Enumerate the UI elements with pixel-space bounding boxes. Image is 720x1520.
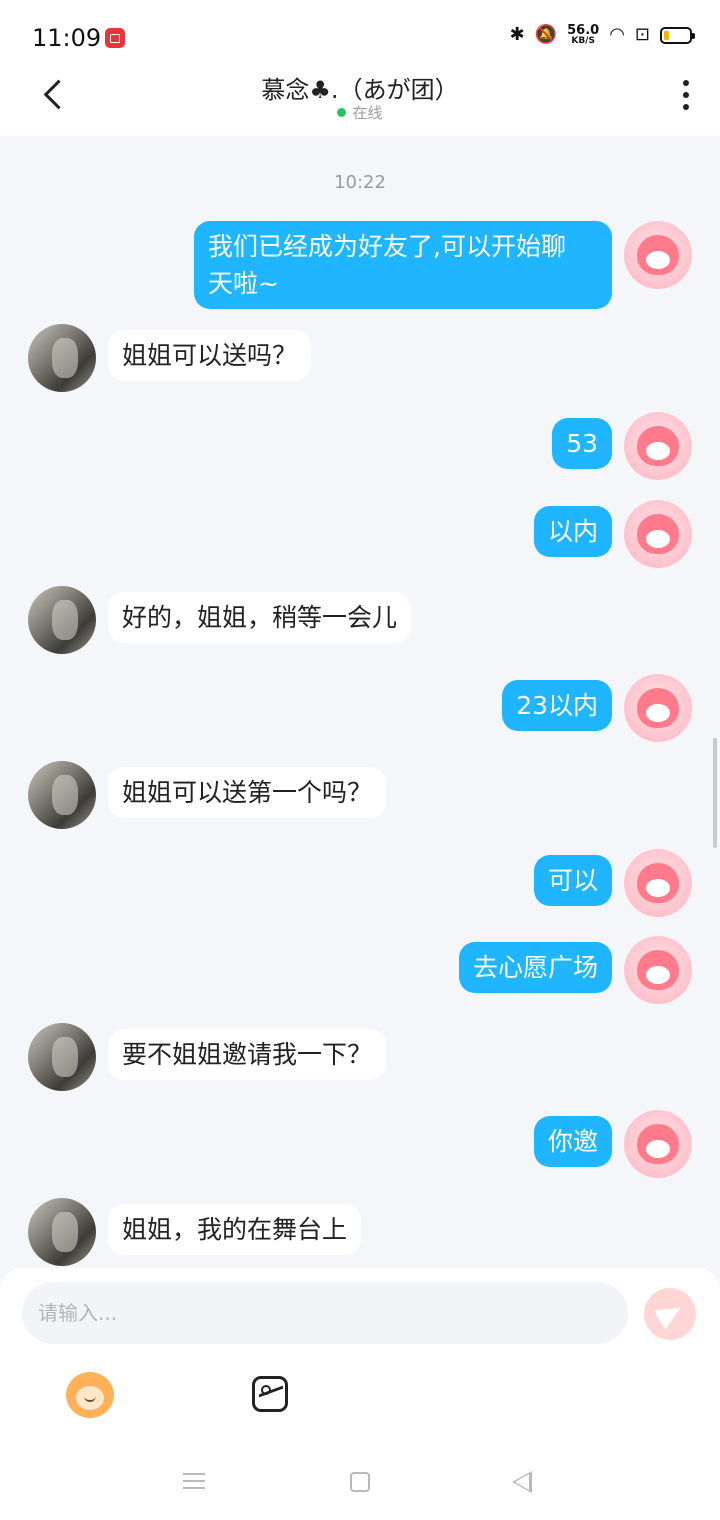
message-text: 天啦~: [208, 269, 279, 298]
image-icon[interactable]: [252, 1376, 288, 1412]
message-bubble[interactable]: 好的，姐姐，稍等一会儿: [108, 592, 412, 643]
my-avatar[interactable]: [624, 936, 692, 1004]
message-bubble[interactable]: 姐姐可以送吗？: [108, 330, 312, 381]
my-avatar[interactable]: [624, 500, 692, 568]
message-bubble[interactable]: 23以内: [502, 680, 612, 731]
nav-back-icon[interactable]: [512, 1471, 532, 1493]
chat-scrollbar[interactable]: [713, 738, 717, 848]
chat-header: 慕念♣.（あが团） 在线: [0, 70, 720, 136]
network-speed: 56.0 KB/S: [567, 24, 599, 46]
message-text: 姐姐可以送第一个吗？: [122, 778, 373, 807]
home-icon[interactable]: [350, 1472, 370, 1492]
message-text: 姐姐可以送吗？: [122, 341, 298, 370]
screen-record-icon: [105, 28, 125, 48]
status-icons: ✱ 🔕 56.0 KB/S ◠ ⊡: [509, 24, 695, 46]
message-text: 以内: [547, 517, 598, 546]
online-status: 在线: [0, 102, 720, 123]
message-list[interactable]: 10:22 我们已经成为好友了,可以开始聊 天啦~ 姐姐可以送吗？ 53 以内 …: [0, 136, 720, 1268]
my-avatar[interactable]: [624, 1110, 692, 1178]
contact-avatar[interactable]: [28, 761, 96, 829]
message-text: 我们已经成为好友了,可以开始聊: [208, 232, 566, 261]
status-bar: 11:09 ✱ 🔕 56.0 KB/S ◠ ⊡: [0, 0, 720, 70]
emoji-icon[interactable]: [66, 1372, 114, 1418]
my-avatar[interactable]: [624, 674, 692, 742]
message-bubble[interactable]: 你邀: [533, 1116, 612, 1167]
contact-name: 慕念♣.（あが团）: [261, 76, 459, 104]
more-dot-icon: [683, 92, 689, 98]
online-dot-icon: [337, 108, 347, 117]
message-text: 姐姐，我的在舞台上: [122, 1215, 348, 1244]
contact-avatar[interactable]: [28, 324, 96, 392]
message-bubble[interactable]: 我们已经成为好友了,可以开始聊 天啦~: [194, 221, 612, 309]
message-text: 53: [566, 429, 598, 458]
system-nav-bar: [0, 1440, 720, 1520]
recent-apps-icon[interactable]: [183, 1473, 205, 1489]
more-dot-icon: [683, 80, 689, 86]
wifi-icon: ◠: [609, 24, 625, 45]
message-text: 23以内: [516, 691, 598, 720]
network-speed-unit: KB/S: [571, 36, 595, 46]
message-input[interactable]: [22, 1282, 628, 1344]
my-avatar[interactable]: [624, 221, 692, 289]
message-text: 要不姐姐邀请我一下？: [122, 1040, 373, 1069]
more-dot-icon: [683, 104, 689, 110]
message-text: 去心愿广场: [472, 953, 598, 982]
message-bubble[interactable]: 53: [552, 418, 612, 469]
message-timestamp: 10:22: [334, 172, 386, 193]
contact-avatar[interactable]: [28, 586, 96, 654]
message-text: 好的，姐姐，稍等一会儿: [122, 603, 398, 632]
message-text: 可以: [547, 866, 598, 895]
message-bubble[interactable]: 姐姐可以送第一个吗？: [108, 767, 387, 818]
more-options-button[interactable]: [680, 80, 692, 114]
sim-icon: ⊡: [634, 24, 650, 45]
message-bubble[interactable]: 以内: [533, 506, 612, 557]
contact-avatar[interactable]: [28, 1023, 96, 1091]
message-bubble[interactable]: 可以: [533, 855, 612, 906]
battery-icon: [660, 26, 695, 44]
status-time: 11:09: [32, 24, 102, 52]
message-text: 你邀: [547, 1127, 598, 1156]
my-avatar[interactable]: [624, 849, 692, 917]
send-button[interactable]: [644, 1288, 696, 1340]
message-bubble[interactable]: 去心愿广场: [458, 942, 612, 993]
online-status-label: 在线: [352, 104, 383, 122]
contact-avatar[interactable]: [28, 1198, 96, 1266]
message-bubble[interactable]: 要不姐姐邀请我一下？: [108, 1029, 387, 1080]
message-bubble[interactable]: 姐姐，我的在舞台上: [108, 1204, 362, 1255]
bluetooth-icon: ✱: [509, 24, 525, 45]
my-avatar[interactable]: [624, 412, 692, 480]
mute-icon: 🔕: [534, 24, 558, 45]
